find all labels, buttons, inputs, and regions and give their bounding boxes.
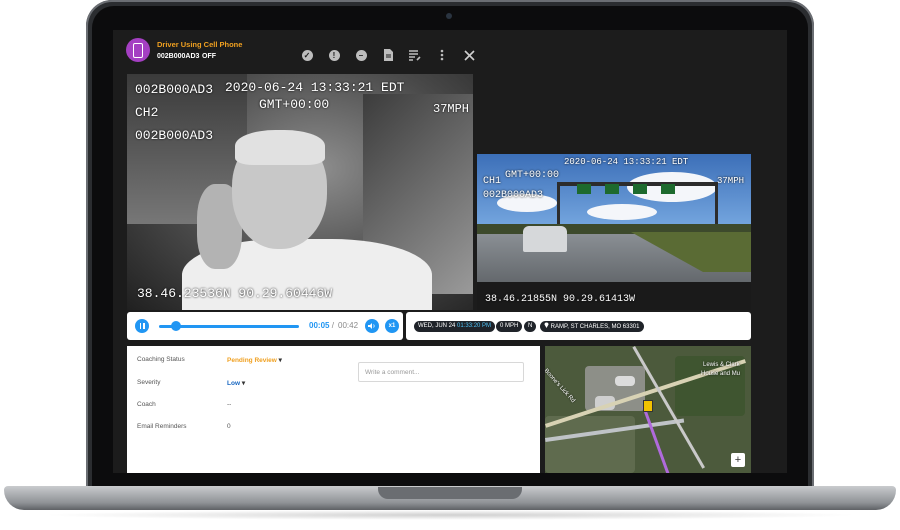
severity-dropdown[interactable]: Low ▾ [227, 379, 245, 387]
time-separator: / [331, 321, 334, 330]
seek-handle[interactable] [170, 321, 181, 331]
heading-pill: N [524, 321, 537, 332]
location-pill: RAMP, ST CHARLES, MO 63301 [540, 321, 644, 332]
email-reminders-value: 0 [227, 423, 231, 430]
highway-sign [577, 184, 591, 194]
time-text: 01:33:20 PM [457, 323, 492, 329]
driver-hair [235, 130, 325, 165]
laptop-notch [378, 487, 522, 499]
event-details-panel: Coaching Status Pending Review ▾ Severit… [127, 346, 540, 473]
highway-sign [633, 184, 647, 194]
cam1-speed: 37MPH [433, 102, 470, 116]
phone-icon [133, 42, 143, 58]
check-circle-icon[interactable]: ✓ [298, 46, 316, 64]
datetime-pill: WED, JUN 24 01:33:20 PM [414, 321, 496, 332]
cam1-coordinates: 38.46.23536N 90.29.60446W [137, 286, 333, 301]
volume-button[interactable] [365, 319, 379, 333]
coaching-status-dropdown[interactable]: Pending Review ▾ [227, 356, 282, 364]
coach-label: Coach [137, 401, 156, 408]
cam1-timestamp: 2020-06-24 13:33:21 EDT [225, 80, 405, 95]
laptop-shadow [40, 510, 860, 520]
webcam [446, 13, 452, 19]
location-map[interactable]: Boone's Lick Rd Lewis & Clark House and … [545, 346, 751, 473]
highway-sign [661, 184, 675, 194]
cam2-speed: 37MPH [717, 176, 745, 186]
current-time: 00:05 / [309, 321, 334, 330]
coach-value[interactable]: -- [227, 401, 231, 408]
cam1-device-id-repeat: 002B000AD3 [135, 128, 214, 143]
playback-speed-button[interactable]: x1 [385, 319, 399, 333]
comment-input[interactable]: Write a comment... [358, 362, 524, 382]
cam2-device-id: 002B000AD3 [483, 190, 544, 201]
list-edit-icon[interactable] [406, 46, 424, 64]
coaching-status-label: Coaching Status [137, 356, 185, 363]
document-icon[interactable] [379, 46, 397, 64]
vehicle-location-marker[interactable] [643, 400, 653, 412]
event-toolbar: ✓ ! – [298, 46, 478, 64]
map-label-street: Boone's Lick Rd [545, 368, 576, 405]
volume-icon [368, 323, 375, 329]
inward-camera-video[interactable]: 002B000AD3 2020-06-24 13:33:21 EDT GMT+0… [127, 74, 473, 310]
exclamation-icon[interactable]: ! [325, 46, 343, 64]
event-header: Driver Using Cell Phone 002B000AD3 OFF ✓… [113, 36, 787, 72]
zoom-in-button[interactable]: + [731, 453, 745, 467]
highway-sign [605, 184, 619, 194]
map-field [545, 416, 635, 473]
close-icon[interactable] [460, 46, 478, 64]
location-pin-icon [544, 322, 549, 328]
cam2-timestamp: 2020-06-24 13:33:21 EDT [564, 157, 689, 167]
more-vertical-icon[interactable] [433, 46, 451, 64]
location-text: RAMP, ST CHARLES, MO 63301 [550, 324, 640, 330]
map-route [642, 406, 676, 473]
pause-button[interactable] [135, 319, 149, 333]
map-label-poi-2: House and Mu [701, 371, 741, 377]
road-camera-video[interactable]: 2020-06-24 13:33:21 EDT GMT+00:00 CH1 00… [477, 154, 751, 310]
cam2-timezone: GMT+00:00 [505, 170, 560, 181]
speed-pill: 0 MPH [496, 321, 523, 332]
event-vehicle-id: 002B000AD3 [157, 53, 200, 60]
map-label-poi: Lewis & Clark [703, 362, 740, 368]
event-state: OFF [202, 53, 216, 60]
lead-vehicle [523, 226, 567, 252]
cam2-channel: CH1 [483, 176, 502, 187]
telemetry-bar: WED, JUN 24 01:33:20 PM 0 MPH N RAMP, ST… [406, 312, 751, 340]
video-player-controls: 00:05 / 00:42 x1 [127, 312, 403, 340]
date-text: WED, JUN 24 [418, 323, 456, 329]
chevron-down-icon: ▾ [241, 380, 246, 387]
event-avatar [126, 38, 150, 62]
total-time: 00:42 [338, 321, 359, 330]
map-building [615, 376, 635, 386]
severity-label: Severity [137, 379, 161, 386]
cam1-channel: CH2 [135, 105, 159, 120]
cam1-device-id: 002B000AD3 [135, 82, 214, 97]
cloud [587, 204, 657, 220]
cam1-timezone: GMT+00:00 [259, 97, 330, 112]
event-title: Driver Using Cell Phone [157, 40, 243, 49]
app-screen: Driver Using Cell Phone 002B000AD3 OFF ✓… [113, 30, 787, 473]
cam2-coordinates: 38.46.21855N 90.29.61413W [485, 294, 636, 305]
email-reminders-label: Email Reminders [137, 423, 187, 430]
minus-circle-icon[interactable]: – [352, 46, 370, 64]
chevron-down-icon: ▾ [278, 357, 282, 364]
